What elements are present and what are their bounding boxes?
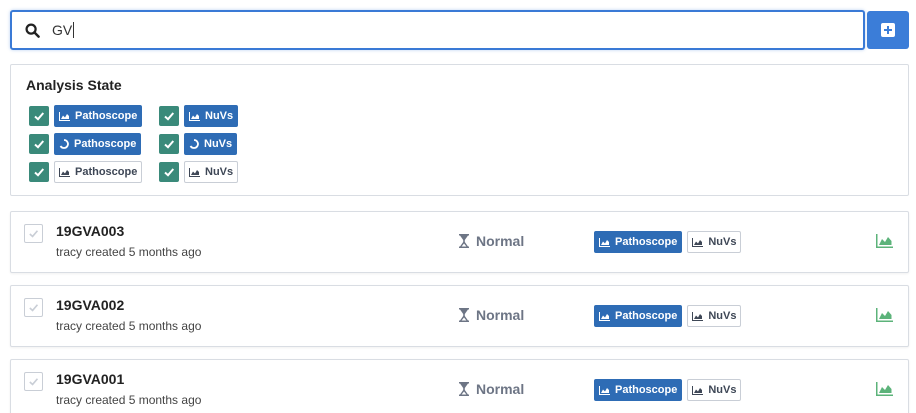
check-icon: [34, 112, 45, 121]
sample-analysis-tags: Pathoscope NuVs: [594, 379, 742, 401]
tag-pathoscope-running: Pathoscope: [54, 133, 142, 155]
tag-pathoscope: Pathoscope: [594, 231, 683, 253]
check-icon: [34, 168, 45, 177]
check-icon: [29, 304, 39, 312]
tag-pathoscope-ready: Pathoscope: [54, 105, 143, 127]
tag-nuvs-running: NuVs: [184, 133, 238, 155]
filter-pathoscope-ready[interactable]: Pathoscope: [29, 105, 143, 127]
check-icon: [29, 378, 39, 386]
area-chart-icon[interactable]: [876, 308, 893, 327]
plus-square-icon: [881, 23, 895, 37]
area-chart-icon: [692, 237, 704, 247]
area-chart-icon: [599, 385, 610, 395]
checkbox-checked[interactable]: [159, 134, 179, 154]
area-chart-icon: [59, 111, 70, 121]
sample-meta: tracy created 5 months ago: [56, 319, 202, 333]
filter-pathoscope-none[interactable]: Pathoscope: [29, 161, 143, 183]
sample-status: Normal: [458, 233, 524, 249]
filter-nuvs-ready[interactable]: NuVs: [159, 105, 239, 127]
area-chart-icon[interactable]: [876, 382, 893, 401]
checkbox-checked[interactable]: [159, 162, 179, 182]
sample-name[interactable]: 19GVA003: [56, 223, 124, 239]
area-chart-icon: [599, 237, 610, 247]
area-chart-icon[interactable]: [876, 234, 893, 253]
add-sample-button[interactable]: [867, 11, 909, 49]
sample-analysis-tags: Pathoscope NuVs: [594, 231, 742, 253]
checkbox-checked[interactable]: [29, 106, 49, 126]
check-icon: [29, 230, 39, 238]
tag-nuvs: NuVs: [687, 379, 742, 401]
filter-title: Analysis State: [26, 77, 122, 93]
tag-nuvs-none: NuVs: [184, 161, 239, 183]
tag-nuvs-ready: NuVs: [184, 105, 239, 127]
row-checkbox[interactable]: [24, 224, 43, 243]
tag-nuvs: NuVs: [687, 231, 742, 253]
search-icon: [25, 22, 40, 38]
analysis-state-filter: Analysis State Pathoscope NuVs Pathoscop…: [10, 64, 909, 196]
area-chart-icon: [692, 385, 704, 395]
sample-meta: tracy created 5 months ago: [56, 393, 202, 407]
area-chart-icon: [189, 167, 200, 177]
search-bar[interactable]: GV: [10, 10, 865, 50]
spinner-icon: [189, 139, 199, 149]
row-checkbox[interactable]: [24, 372, 43, 391]
tag-pathoscope: Pathoscope: [594, 379, 683, 401]
sample-status: Normal: [458, 381, 524, 397]
area-chart-icon: [599, 311, 610, 321]
filter-pathoscope-running[interactable]: Pathoscope: [29, 133, 142, 155]
sample-name[interactable]: 19GVA002: [56, 297, 124, 313]
area-chart-icon: [189, 111, 200, 121]
checkbox-checked[interactable]: [29, 162, 49, 182]
tag-nuvs: NuVs: [687, 305, 742, 327]
filter-nuvs-none[interactable]: NuVs: [159, 161, 239, 183]
checkbox-checked[interactable]: [29, 134, 49, 154]
text-cursor: [73, 22, 75, 38]
check-icon: [164, 112, 175, 121]
row-checkbox[interactable]: [24, 298, 43, 317]
checkbox-checked[interactable]: [159, 106, 179, 126]
spinner-icon: [59, 139, 69, 149]
tag-pathoscope: Pathoscope: [594, 305, 683, 327]
filter-nuvs-running[interactable]: NuVs: [159, 133, 238, 155]
area-chart-icon: [59, 167, 70, 177]
tag-pathoscope-none: Pathoscope: [54, 161, 143, 183]
hourglass-icon: [459, 234, 469, 248]
area-chart-icon: [692, 311, 704, 321]
search-input[interactable]: GV: [52, 22, 72, 38]
check-icon: [164, 168, 175, 177]
sample-meta: tracy created 5 months ago: [56, 245, 202, 259]
sample-name[interactable]: 19GVA001: [56, 371, 124, 387]
check-icon: [34, 140, 45, 149]
hourglass-icon: [459, 308, 469, 322]
sample-row[interactable]: 19GVA001 tracy created 5 months ago Norm…: [10, 359, 909, 413]
sample-row[interactable]: 19GVA002 tracy created 5 months ago Norm…: [10, 285, 909, 347]
hourglass-icon: [459, 382, 469, 396]
sample-row[interactable]: 19GVA003 tracy created 5 months ago Norm…: [10, 211, 909, 273]
sample-status: Normal: [458, 307, 524, 323]
check-icon: [164, 140, 175, 149]
sample-analysis-tags: Pathoscope NuVs: [594, 305, 742, 327]
